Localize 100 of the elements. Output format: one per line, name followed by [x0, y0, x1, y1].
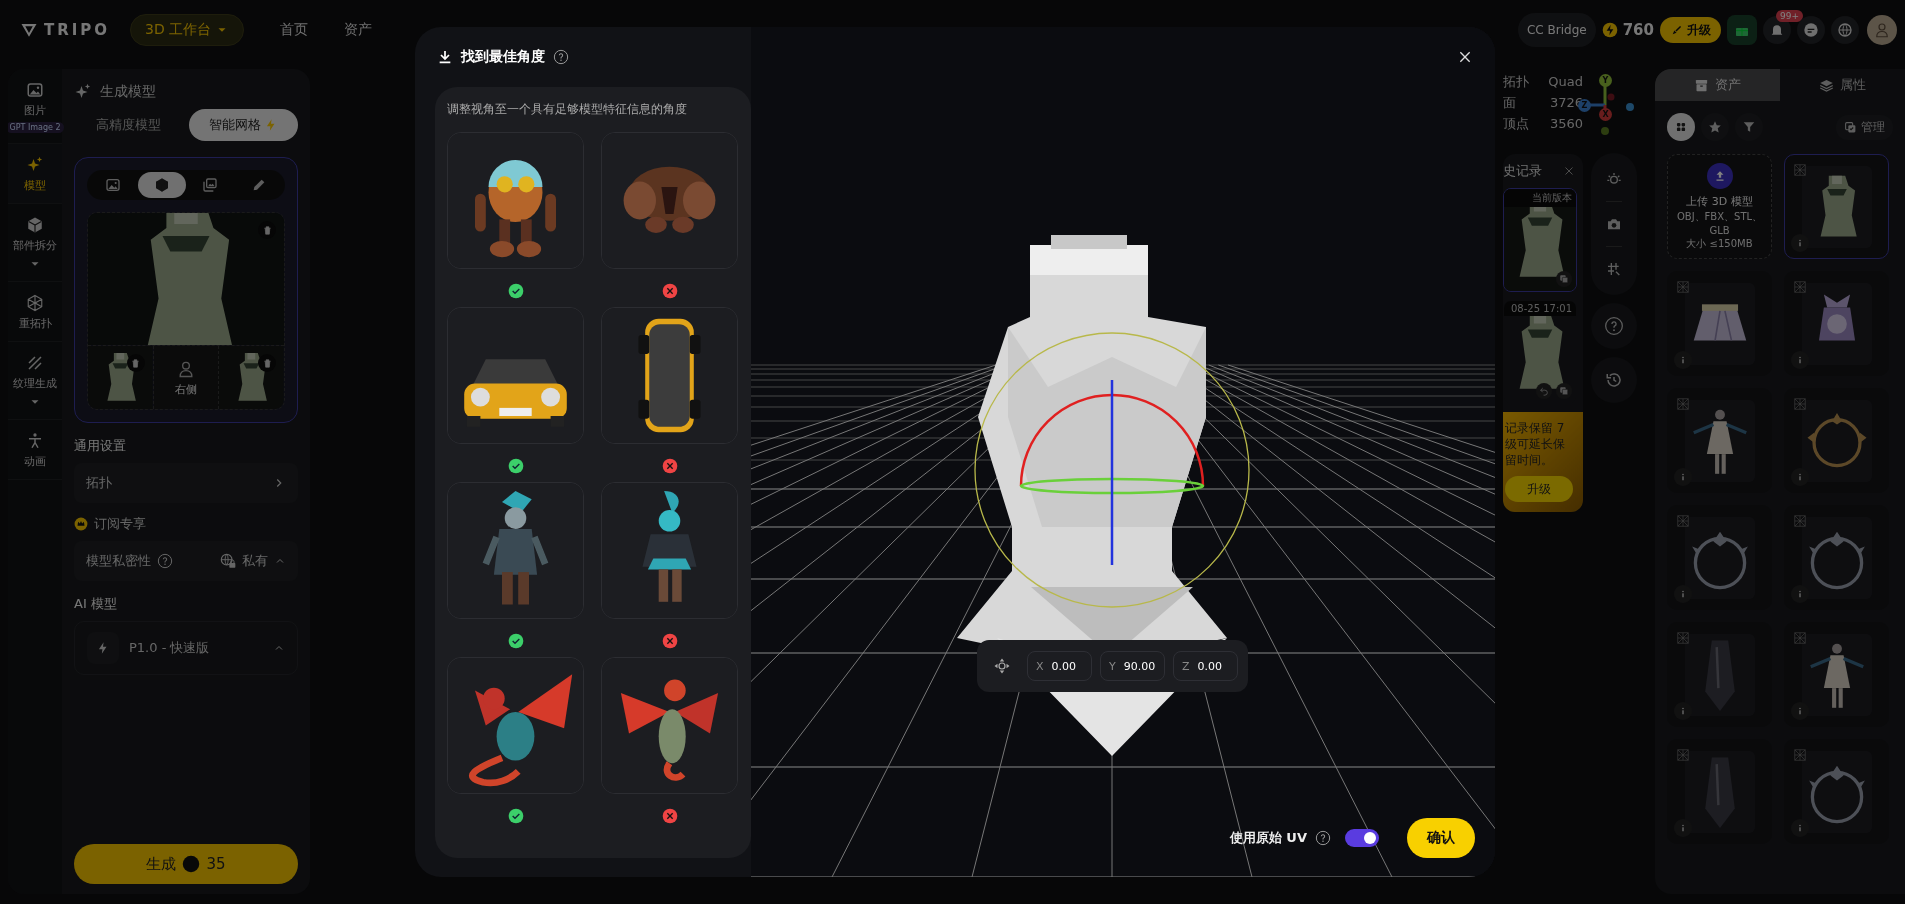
sidebar-item[interactable]: 纹理生成: [8, 342, 62, 420]
sidebar-item[interactable]: 动画: [8, 420, 62, 480]
cube-icon: [153, 177, 170, 193]
images-icon: [202, 177, 219, 193]
close-icon: [1563, 165, 1575, 177]
wireframe-icon: [1676, 631, 1690, 645]
notification-badge: 99+: [1776, 10, 1803, 22]
history-card[interactable]: 当前版本: [1503, 188, 1577, 292]
help-icon[interactable]: [1315, 830, 1331, 846]
camera-icon: [1606, 216, 1622, 232]
info-button[interactable]: [1791, 702, 1809, 720]
toggle-switch[interactable]: [1345, 829, 1379, 847]
stat-value: Quad: [1548, 74, 1583, 89]
info-button[interactable]: [1674, 351, 1692, 369]
wireframe-icon: [1676, 748, 1690, 762]
wireframe-icon: [1793, 631, 1807, 645]
download-icon: [437, 49, 453, 65]
close-button[interactable]: [1457, 49, 1473, 65]
sidebar-item[interactable]: 重拓扑: [8, 282, 62, 342]
model-dropdown[interactable]: P1.0 - 快速版: [74, 621, 298, 675]
figure-icon: [26, 432, 44, 450]
upgrade-button[interactable]: 升级: [1660, 17, 1721, 43]
logo-text: TRIPO: [44, 21, 111, 39]
info-button[interactable]: [1791, 468, 1809, 486]
panel-tab[interactable]: 资产: [1655, 69, 1780, 101]
gift-button[interactable]: [1727, 15, 1757, 45]
user-avatar[interactable]: [1867, 15, 1897, 45]
rotation-field[interactable]: X 0.00: [1027, 651, 1092, 681]
mode-tab[interactable]: 智能网格: [189, 109, 298, 141]
bridge-button[interactable]: CC Bridge: [1518, 13, 1596, 47]
help-icon: [1604, 316, 1624, 336]
upload-model-card[interactable]: 上传 3D 模型 OBJ、FBX、STL、 GLB 大小 ≤150MB: [1667, 154, 1772, 259]
crown-icon: [74, 517, 88, 531]
info-button[interactable]: [1791, 351, 1809, 369]
copy-check-icon: [1844, 120, 1857, 134]
hatch-icon: [26, 354, 44, 372]
upload-formats: OBJ、FBX、STL、: [1676, 209, 1763, 224]
hint-text: 调整视角至一个具有足够模型特征信息的角度: [447, 101, 688, 118]
history-card[interactable]: 08-25 17:01: [1503, 300, 1577, 404]
globe-icon: [1837, 22, 1853, 38]
axis-handle[interactable]: Y: [1599, 74, 1612, 87]
view-label: 右侧: [175, 381, 197, 397]
privacy-label: 模型私密性: [86, 552, 151, 570]
sidebar-item[interactable]: 部件拆分: [8, 204, 62, 282]
help-icon[interactable]: [553, 49, 569, 65]
help-button[interactable]: [1591, 303, 1637, 349]
help-icon[interactable]: [157, 553, 173, 569]
nav-link[interactable]: 资产: [344, 21, 373, 39]
rotation-field[interactable]: Z 0.00: [1173, 651, 1238, 681]
axis-handle[interactable]: Z: [1578, 99, 1591, 112]
info-button[interactable]: [1674, 585, 1692, 603]
wireframe-icon: [1793, 280, 1807, 294]
info-button[interactable]: [1674, 468, 1692, 486]
upload-title: 上传 3D 模型: [1686, 193, 1753, 209]
grid-icon: [1606, 261, 1622, 277]
stat-label: 顶点: [1503, 114, 1529, 133]
info-button[interactable]: [1791, 234, 1809, 252]
nav-link[interactable]: 首页: [280, 21, 309, 39]
generate-button[interactable]: 生成 35: [74, 844, 298, 884]
globe-lock-icon: [220, 553, 236, 569]
upload-size: 大小 ≤150MB: [1686, 236, 1753, 251]
copy-icon: [1559, 274, 1569, 284]
panel-tab[interactable]: 属性: [1780, 69, 1905, 101]
notice-text: 留时间。: [1505, 452, 1554, 468]
info-button[interactable]: [1674, 702, 1692, 720]
layers-icon: [1819, 77, 1834, 93]
trash-icon: [130, 357, 142, 369]
credit-count: 760: [1622, 21, 1654, 39]
asset-card[interactable]: [1784, 154, 1889, 259]
input-tab[interactable]: [137, 172, 186, 198]
filter-icon: [1742, 120, 1756, 134]
coin-icon: [182, 855, 201, 873]
sidebar-item[interactable]: 图片 GPT Image 2: [8, 69, 62, 144]
mode-tab[interactable]: 高精度模型: [74, 109, 183, 141]
rotation-field[interactable]: Y 90.00: [1100, 651, 1165, 681]
rocket-icon: [1670, 23, 1683, 37]
language-button[interactable]: [1831, 16, 1859, 44]
stat-value: 3560: [1549, 116, 1583, 131]
image-icon: [26, 81, 44, 99]
notice-text: 级可延长保: [1505, 436, 1566, 452]
info-button[interactable]: [1791, 819, 1809, 837]
panel-title: 生成模型: [100, 83, 156, 101]
stat-label: 面: [1503, 93, 1516, 112]
cube-icon: [26, 294, 44, 312]
privacy-dropdown[interactable]: 私有: [220, 552, 286, 570]
wireframe-icon: [1676, 514, 1690, 528]
workspace-dropdown[interactable]: 3D 工作台: [130, 14, 245, 46]
history-button[interactable]: [1591, 357, 1637, 403]
grid-icon: [1674, 120, 1688, 134]
filter-button[interactable]: [1667, 113, 1695, 141]
upgrade-button[interactable]: 升级: [1505, 476, 1573, 502]
version-label: 当前版本: [1504, 189, 1576, 207]
box-icon: [1694, 77, 1709, 93]
chat-button[interactable]: [1797, 16, 1825, 44]
confirm-button[interactable]: 确认: [1407, 818, 1475, 858]
info-button[interactable]: [1674, 819, 1692, 837]
sparkle-icon: [74, 83, 92, 101]
undo-icon: [1539, 386, 1549, 396]
bell-icon: [1769, 22, 1785, 38]
info-button[interactable]: [1791, 585, 1809, 603]
